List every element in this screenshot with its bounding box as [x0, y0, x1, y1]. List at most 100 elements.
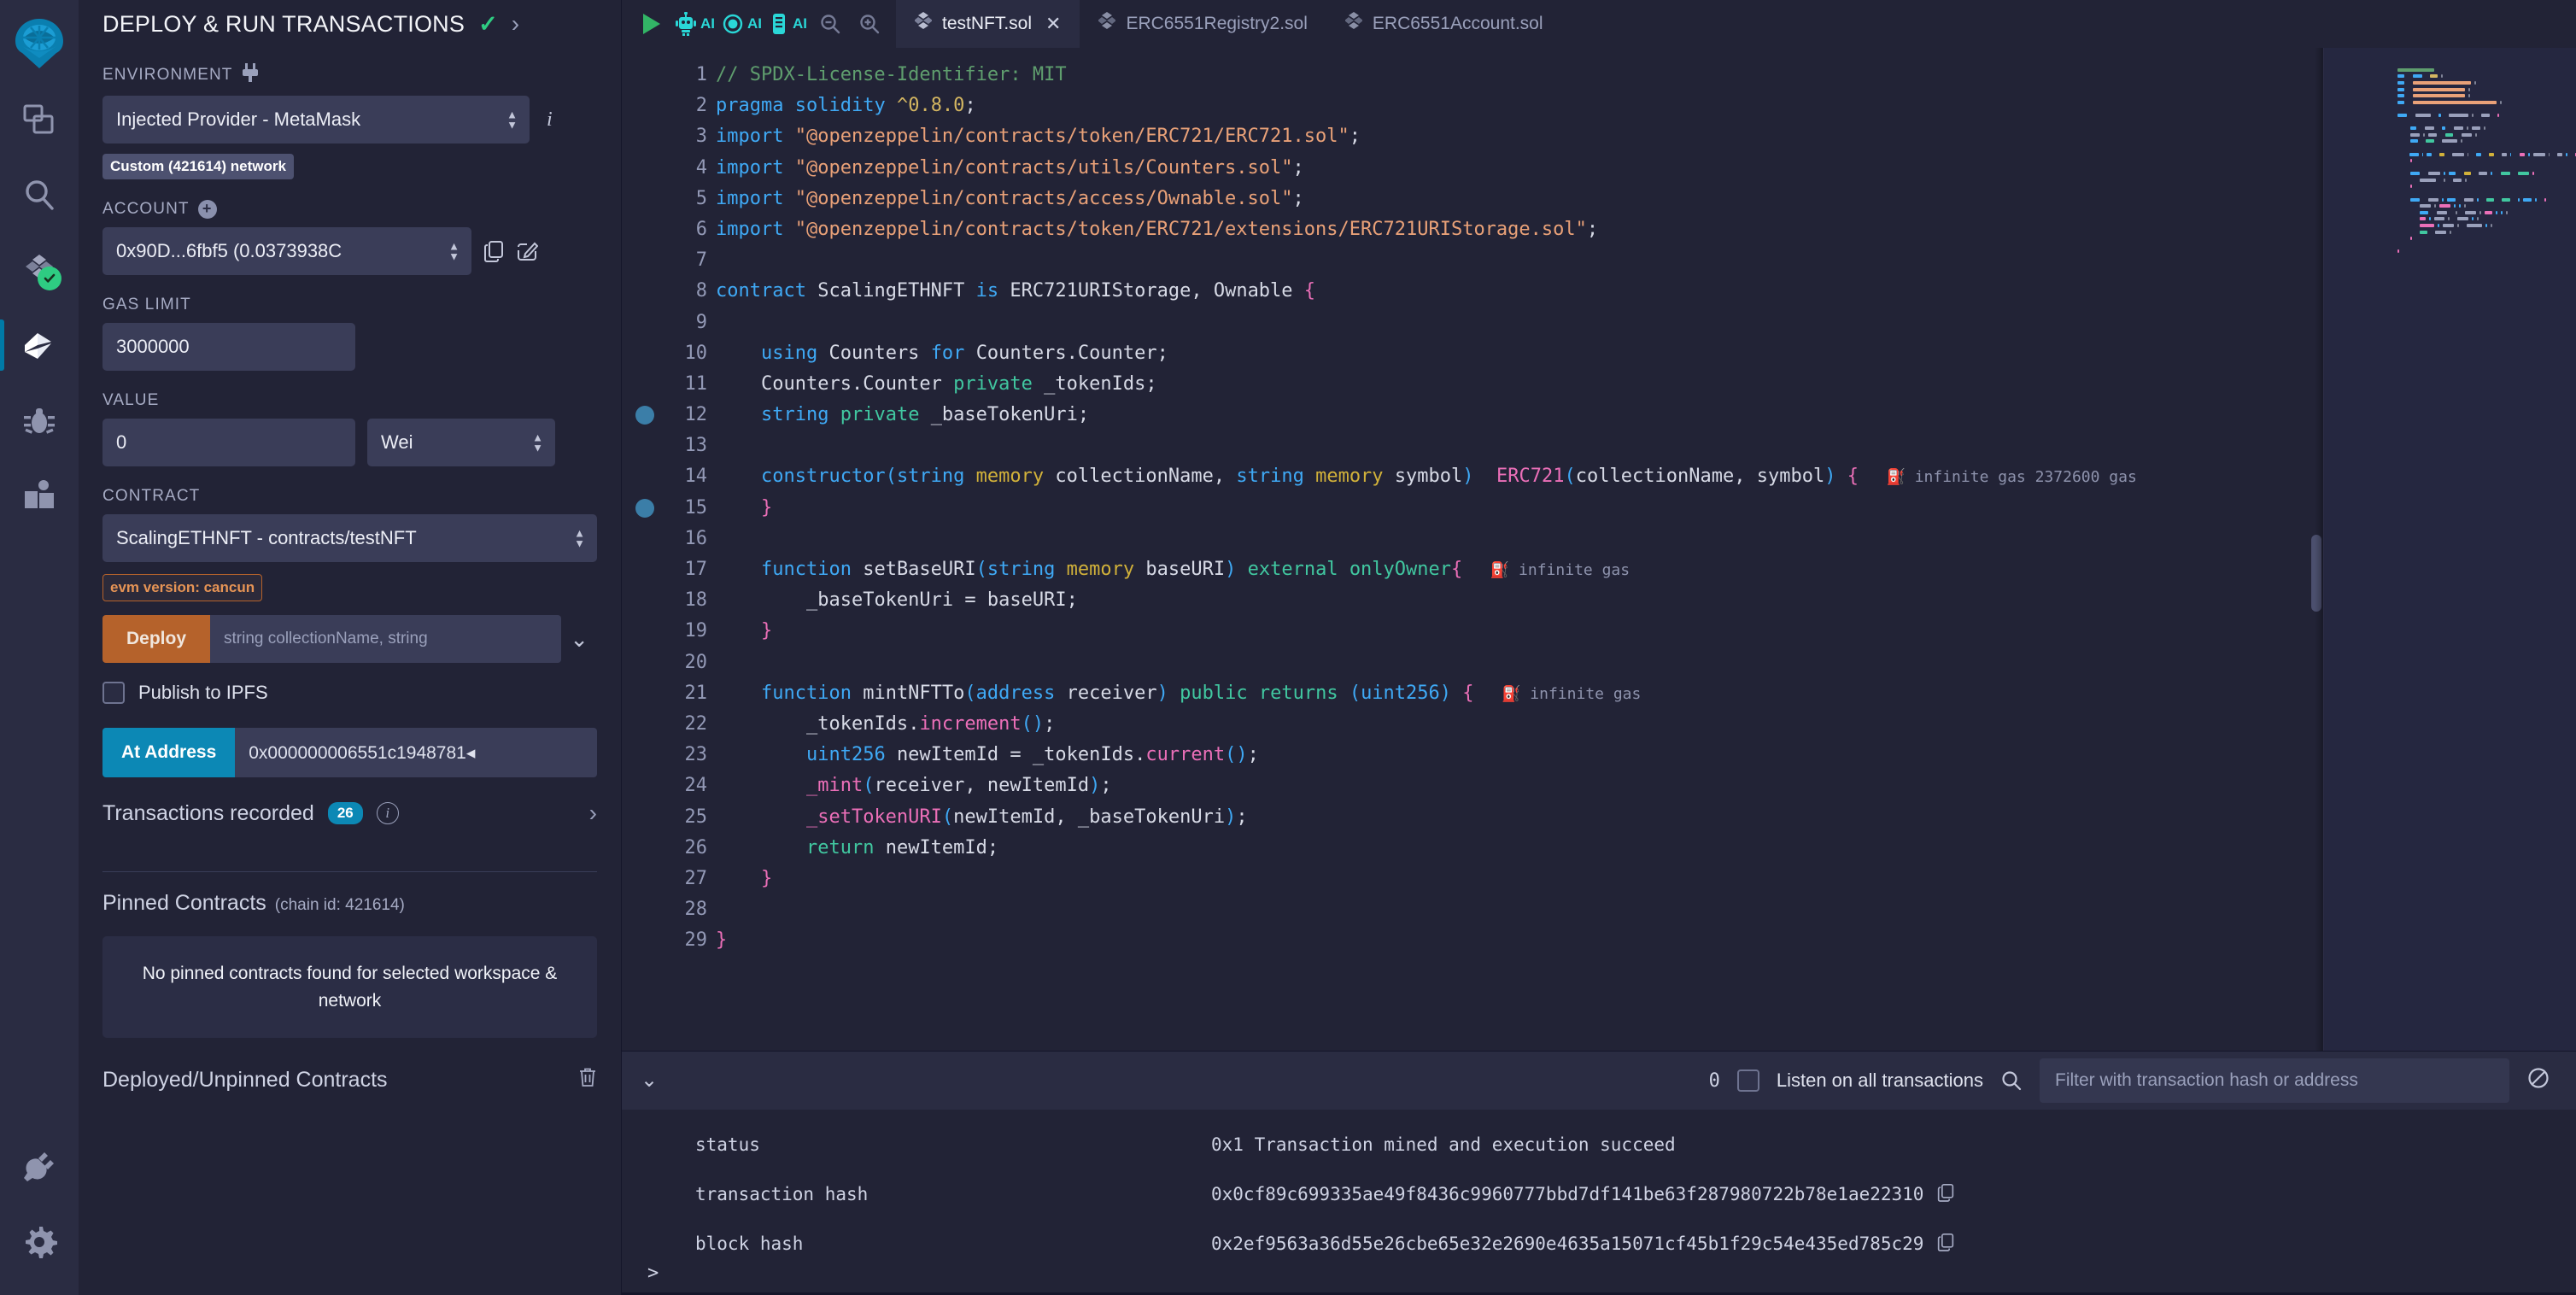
line-number: 26 — [684, 836, 708, 858]
zoom-in-icon[interactable] — [852, 6, 887, 42]
at-address-button[interactable]: At Address — [102, 728, 236, 777]
tab-label: ERC6551Account.sol — [1372, 14, 1543, 33]
learneth-icon[interactable] — [0, 458, 79, 533]
line-number: 9 — [695, 311, 707, 333]
solidity-file-icon — [1098, 11, 1117, 37]
pinned-contracts-empty: No pinned contracts found for selected w… — [102, 936, 597, 1038]
chevron-right-icon[interactable]: › — [589, 800, 597, 827]
listen-all-transactions-label: Listen on all transactions — [1776, 1069, 1983, 1091]
transactions-recorded-label: Transactions recorded — [102, 800, 314, 825]
terminal-prompt[interactable]: > — [622, 1253, 2576, 1293]
value-unit-select[interactable]: Wei ▲ ▼ — [367, 419, 555, 466]
line-number: 7 — [695, 249, 707, 272]
code-editor[interactable]: 1 2 3 4 5 6 7 8 9 10 11 12 13 14 15 16 17 18 19 20 21 22 23 24 2… — [622, 48, 2576, 1051]
line-number: 18 — [684, 589, 708, 612]
editor-tools: AI AI AI — [622, 0, 896, 48]
account-select[interactable]: 0x90D...6fbf5 (0.0373938C ▲ ▼ — [102, 227, 471, 275]
line-number: 28 — [684, 899, 708, 921]
add-account-icon[interactable]: + — [197, 200, 217, 219]
environment-label: ENVIRONMENT — [102, 63, 597, 87]
line-number: 23 — [684, 744, 708, 766]
sidebar-item-deploy-run[interactable] — [0, 308, 79, 383]
code-content[interactable]: // SPDX-License-Identifier: MIT pragma so… — [716, 48, 2576, 1051]
ai-document-button[interactable]: AI — [767, 12, 809, 36]
solidity-compiler-icon[interactable] — [0, 232, 79, 308]
minimap-line — [2397, 157, 2576, 164]
at-address-input[interactable]: 0x000000006551c1948781◂ — [235, 728, 597, 777]
settings-gear-icon[interactable] — [0, 1204, 79, 1280]
tab-testnft-sol[interactable]: testNFT.sol ✕ — [896, 0, 1080, 48]
run-script-icon[interactable] — [634, 6, 670, 42]
line-number-gutter[interactable]: 1 2 3 4 5 6 7 8 9 10 11 12 13 14 15 16 17 18 19 20 21 22 23 24 2… — [622, 48, 716, 1051]
line-number: 1 — [695, 64, 707, 85]
search-icon[interactable] — [0, 157, 79, 232]
contract-select[interactable]: ScalingETHNFT - contracts/testNFT ▲ ▼ — [102, 514, 597, 562]
ai-explain-button[interactable]: AI — [720, 12, 764, 36]
panel-body: ENVIRONMENT Injected Provider - MetaMask… — [79, 63, 621, 1093]
code-line: contract ScalingETHNFT is ERC721URIStora… — [716, 280, 1316, 302]
terminal-panel: ⌄ 0 Listen on all transactions Filter wi… — [622, 1051, 2576, 1295]
copy-account-icon[interactable] — [483, 240, 504, 262]
transactions-recorded-row[interactable]: Transactions recorded 26 i › — [102, 777, 597, 849]
line-number: 5 — [695, 187, 707, 209]
deploy-args-input[interactable]: string collectionName, string — [210, 615, 562, 663]
log-value: 0x1 Transaction mined and execution succ… — [1211, 1134, 1676, 1155]
info-icon[interactable]: i — [376, 802, 399, 824]
code-line: } — [760, 496, 773, 519]
code-line: } — [760, 620, 773, 642]
copy-icon[interactable] — [1937, 1233, 1954, 1253]
search-icon[interactable] — [2000, 1069, 2023, 1092]
tab-erc6551registry2-sol[interactable]: ERC6551Registry2.sol — [1080, 0, 1326, 48]
line-number: 22 — [684, 712, 708, 735]
value-input[interactable]: 0 — [102, 419, 355, 466]
editor-minimap[interactable] — [2323, 48, 2576, 1051]
copy-icon[interactable] — [1937, 1183, 1954, 1206]
environment-select[interactable]: Injected Provider - MetaMask ▲ ▼ — [102, 96, 530, 144]
environment-info-icon[interactable]: i — [542, 108, 558, 132]
page-title: DEPLOY & RUN TRANSACTIONS — [102, 10, 465, 37]
publish-ipfs-checkbox[interactable] — [102, 682, 125, 704]
deploy-button[interactable]: Deploy — [102, 615, 211, 663]
chevron-down-icon[interactable]: ⌄ — [561, 626, 597, 653]
line-number: 2 — [695, 95, 707, 117]
edit-account-icon[interactable] — [516, 240, 538, 262]
file-explorer-icon[interactable] — [0, 82, 79, 157]
code-line: pragma solidity ^0.8.0; — [716, 95, 976, 117]
line-number: 17 — [684, 559, 708, 580]
zoom-out-icon[interactable] — [812, 6, 848, 42]
line-number: 16 — [684, 527, 708, 549]
gas-limit-input[interactable]: 3000000 — [102, 323, 355, 371]
minimap-line — [2397, 242, 2576, 249]
clear-console-icon[interactable] — [2526, 1066, 2550, 1096]
breakpoint-dot[interactable] — [635, 498, 654, 518]
minimap-line — [2397, 202, 2576, 209]
code-line: // SPDX-License-Identifier: MIT — [716, 64, 1067, 85]
chevron-right-icon[interactable]: › — [512, 10, 519, 38]
trash-icon[interactable] — [578, 1067, 597, 1093]
chevron-double-down-icon[interactable]: ⌄ — [641, 1070, 658, 1091]
log-row-status: status 0x1 Transaction mined and executi… — [622, 1120, 2576, 1169]
minimap-line — [2397, 184, 2576, 190]
plugin-manager-icon[interactable] — [0, 1129, 79, 1204]
minimap-line — [2397, 112, 2576, 119]
editor-tabbar: AI AI AI testNFT.sol ✕ ERC6551Registry2.… — [622, 0, 2576, 48]
debugger-icon[interactable] — [0, 383, 79, 458]
publish-ipfs-row[interactable]: Publish to IPFS — [102, 682, 597, 704]
deployed-contracts-header: Deployed/Unpinned Contracts — [102, 1038, 597, 1093]
minimap-line — [2397, 222, 2576, 229]
code-line: Counters.Counter private _tokenIds; — [760, 372, 1157, 395]
tab-erc6551account-sol[interactable]: ERC6551Account.sol — [1326, 0, 1562, 48]
remix-logo-icon[interactable] — [0, 5, 79, 82]
code-line: constructor(string memory collectionName… — [760, 466, 2137, 488]
minimap-line — [2397, 106, 2576, 113]
line-number: 10 — [684, 342, 708, 364]
transaction-filter-input[interactable]: Filter with transaction hash or address — [2040, 1058, 2509, 1103]
tab-label: testNFT.sol — [942, 14, 1033, 33]
listen-all-transactions-checkbox[interactable] — [1736, 1069, 1759, 1092]
minimap-line — [2397, 151, 2576, 158]
terminal-log[interactable]: status 0x1 Transaction mined and executi… — [622, 1110, 2576, 1253]
close-icon[interactable]: ✕ — [1045, 13, 1061, 35]
ai-robot-button[interactable]: AI — [673, 12, 717, 36]
